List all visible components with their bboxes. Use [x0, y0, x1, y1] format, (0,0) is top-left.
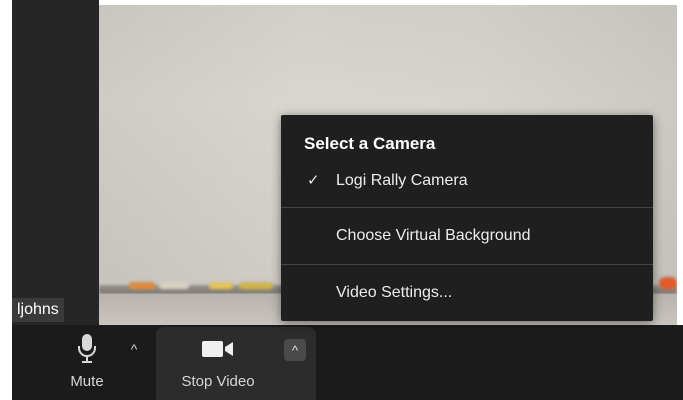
menu-item-label: Choose Virtual Background: [336, 227, 531, 244]
menu-item-virtual-background[interactable]: Choose Virtual Background: [281, 218, 653, 254]
window-edge: [0, 0, 12, 400]
meeting-window: ljohns Mute ^ Stop Video ^ Select a Came…: [0, 0, 683, 400]
menu-item-video-settings[interactable]: Video Settings...: [281, 275, 653, 311]
menu-divider: [281, 264, 653, 265]
menu-item-logi-rally-camera[interactable]: ✓ Logi Rally Camera: [281, 163, 653, 199]
marker-blur: [209, 282, 233, 289]
menu-item-label: Logi Rally Camera: [336, 172, 468, 189]
menu-divider: [281, 207, 653, 208]
marker-blur: [239, 282, 273, 289]
stop-video-button[interactable]: Stop Video: [156, 327, 280, 400]
microphone-icon: [76, 333, 98, 370]
marker-blur: [159, 282, 189, 289]
mute-label: Mute: [70, 373, 104, 390]
chevron-up-icon: ^: [130, 341, 138, 357]
menu-header: Select a Camera: [304, 134, 436, 153]
meeting-toolbar: Mute ^ Stop Video ^: [12, 325, 683, 400]
video-control-group: Stop Video ^: [156, 327, 316, 400]
marker-blur: [659, 277, 677, 289]
mute-button[interactable]: Mute: [52, 325, 122, 400]
video-camera-icon: [201, 339, 235, 364]
chevron-up-icon: ^: [291, 343, 299, 358]
audio-options-button[interactable]: ^: [124, 339, 144, 359]
participant-tile-edge: [0, 0, 99, 325]
video-options-button[interactable]: ^: [284, 339, 306, 361]
select-camera-menu: Select a Camera ✓ Logi Rally Camera Choo…: [281, 115, 653, 321]
participant-name-tag: ljohns: [12, 298, 64, 322]
marker-blur: [129, 282, 155, 289]
stop-video-label: Stop Video: [181, 373, 255, 390]
menu-item-label: Video Settings...: [336, 284, 453, 301]
checkmark-icon: ✓: [307, 172, 320, 189]
